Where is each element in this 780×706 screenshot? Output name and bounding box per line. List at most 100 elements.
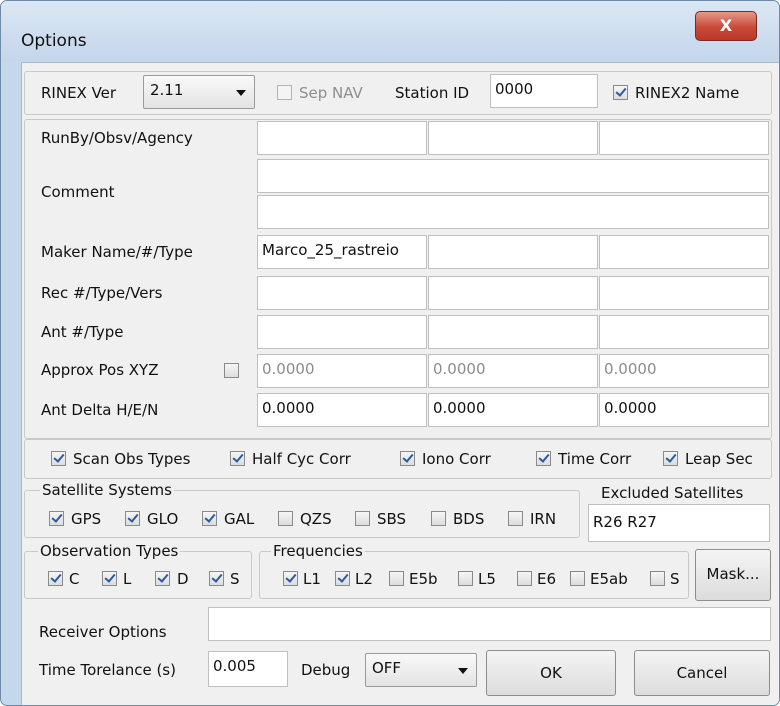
observation-types-title: Observation Types (38, 542, 181, 560)
sat-qzs-label: QZS (300, 510, 332, 528)
time-tolerance-input[interactable]: 0.005 (208, 651, 288, 687)
excluded-satellites-label: Excluded Satellites (601, 484, 744, 502)
obs-l-label: L (123, 570, 132, 588)
freq-l2-label: L2 (355, 570, 373, 588)
freq-l2-checkbox[interactable] (335, 571, 350, 586)
freq-l5-checkbox[interactable] (458, 571, 473, 586)
freq-e5b-label: E5b (409, 570, 438, 588)
approx-pos-label: Approx Pos XYZ (41, 361, 159, 379)
obs-c-checkbox[interactable] (48, 571, 63, 586)
obs-s-label: S (230, 570, 240, 588)
ok-button[interactable]: OK (486, 650, 616, 696)
comment-label: Comment (41, 183, 115, 201)
approx-pos-x[interactable]: 0.0000 (257, 354, 427, 388)
options-dialog: Options X RINEX Ver 2.11 Sep NAV Station… (0, 0, 780, 706)
comment-input-1[interactable] (257, 159, 769, 193)
time-tolerance-label: Time Torelance (s) (39, 661, 176, 679)
half-cyc-corr-label: Half Cyc Corr (252, 450, 351, 468)
obs-s-checkbox[interactable] (209, 571, 224, 586)
freq-l5-label: L5 (478, 570, 496, 588)
maker-label: Maker Name/#/Type (41, 243, 193, 261)
cancel-button[interactable]: Cancel (634, 650, 770, 696)
rinex-ver-select[interactable]: 2.11 (143, 75, 255, 109)
ant-label: Ant #/Type (41, 323, 124, 341)
rec-label: Rec #/Type/Vers (41, 284, 163, 302)
excluded-satellites-input[interactable]: R26 R27 (588, 504, 770, 542)
ant-delta-label: Ant Delta H/E/N (41, 401, 159, 419)
station-id-input[interactable]: 0000 (490, 74, 598, 108)
sep-nav-label: Sep NAV (299, 84, 363, 102)
chevron-down-icon (458, 668, 468, 674)
freq-s-checkbox[interactable] (650, 571, 665, 586)
maker-input-2[interactable] (428, 235, 598, 269)
leap-sec-label: Leap Sec (685, 450, 753, 468)
receiver-options-label: Receiver Options (39, 623, 167, 641)
rinex-ver-label: RINEX Ver (41, 84, 117, 102)
close-button[interactable]: X (695, 11, 757, 41)
sat-gal-checkbox[interactable] (202, 511, 217, 526)
rec-input-3[interactable] (599, 276, 769, 310)
comment-input-2[interactable] (257, 195, 769, 229)
close-icon: X (719, 16, 733, 35)
sat-bds-checkbox[interactable] (431, 511, 446, 526)
approx-pos-z[interactable]: 0.0000 (599, 354, 769, 388)
runby-label: RunBy/Obsv/Agency (41, 129, 193, 147)
rinex2-name-checkbox[interactable] (613, 85, 628, 100)
ant-delta-h[interactable]: 0.0000 (257, 393, 427, 427)
freq-e6-checkbox[interactable] (517, 571, 532, 586)
runby-input-2[interactable] (428, 121, 598, 155)
receiver-options-input[interactable] (208, 607, 771, 641)
mask-button[interactable]: Mask... (695, 549, 771, 601)
debug-value: OFF (372, 659, 402, 677)
debug-select[interactable]: OFF (365, 653, 477, 687)
ant-input-3[interactable] (599, 315, 769, 349)
leap-sec-checkbox[interactable] (663, 451, 678, 466)
runby-input-3[interactable] (599, 121, 769, 155)
freq-e5ab-checkbox[interactable] (570, 571, 585, 586)
ant-delta-e[interactable]: 0.0000 (428, 393, 598, 427)
freq-s-label: S (670, 570, 680, 588)
time-corr-label: Time Corr (558, 450, 632, 468)
maker-input-3[interactable] (599, 235, 769, 269)
iono-corr-label: Iono Corr (422, 450, 491, 468)
sat-gps-checkbox[interactable] (49, 511, 64, 526)
ant-input-1[interactable] (257, 315, 427, 349)
freq-e5ab-label: E5ab (590, 570, 628, 588)
freq-l1-checkbox[interactable] (283, 571, 298, 586)
runby-input-1[interactable] (257, 121, 427, 155)
obs-d-label: D (177, 570, 189, 588)
approx-pos-y[interactable]: 0.0000 (428, 354, 598, 388)
satellite-systems-title: Satellite Systems (40, 481, 174, 499)
sat-sbs-label: SBS (377, 510, 407, 528)
ant-delta-n[interactable]: 0.0000 (599, 393, 769, 427)
freq-e6-label: E6 (537, 570, 557, 588)
sat-glo-checkbox[interactable] (125, 511, 140, 526)
dialog-body: RINEX Ver 2.11 Sep NAV Station ID 0000 R… (21, 62, 779, 705)
time-corr-checkbox[interactable] (536, 451, 551, 466)
rec-input-1[interactable] (257, 276, 427, 310)
sat-sbs-checkbox[interactable] (355, 511, 370, 526)
rec-input-2[interactable] (428, 276, 598, 310)
ant-input-2[interactable] (428, 315, 598, 349)
sat-bds-label: BDS (453, 510, 485, 528)
sat-irn-checkbox[interactable] (508, 511, 523, 526)
station-id-label: Station ID (395, 84, 470, 102)
maker-input-1[interactable]: Marco_25_rastreio (257, 235, 427, 269)
title-bar[interactable]: Options X (1, 1, 779, 61)
rinex-ver-value: 2.11 (150, 81, 184, 99)
sat-glo-label: GLO (147, 510, 179, 528)
sep-nav-checkbox[interactable] (277, 85, 292, 100)
sat-qzs-checkbox[interactable] (278, 511, 293, 526)
scan-obs-types-label: Scan Obs Types (73, 450, 191, 468)
iono-corr-checkbox[interactable] (400, 451, 415, 466)
sat-irn-label: IRN (530, 510, 557, 528)
approx-pos-checkbox[interactable] (224, 363, 239, 378)
half-cyc-corr-checkbox[interactable] (230, 451, 245, 466)
obs-l-checkbox[interactable] (102, 571, 117, 586)
scan-obs-types-checkbox[interactable] (51, 451, 66, 466)
chevron-down-icon (236, 90, 246, 96)
sat-gal-label: GAL (224, 510, 255, 528)
freq-l1-label: L1 (303, 570, 321, 588)
freq-e5b-checkbox[interactable] (389, 571, 404, 586)
obs-d-checkbox[interactable] (155, 571, 170, 586)
